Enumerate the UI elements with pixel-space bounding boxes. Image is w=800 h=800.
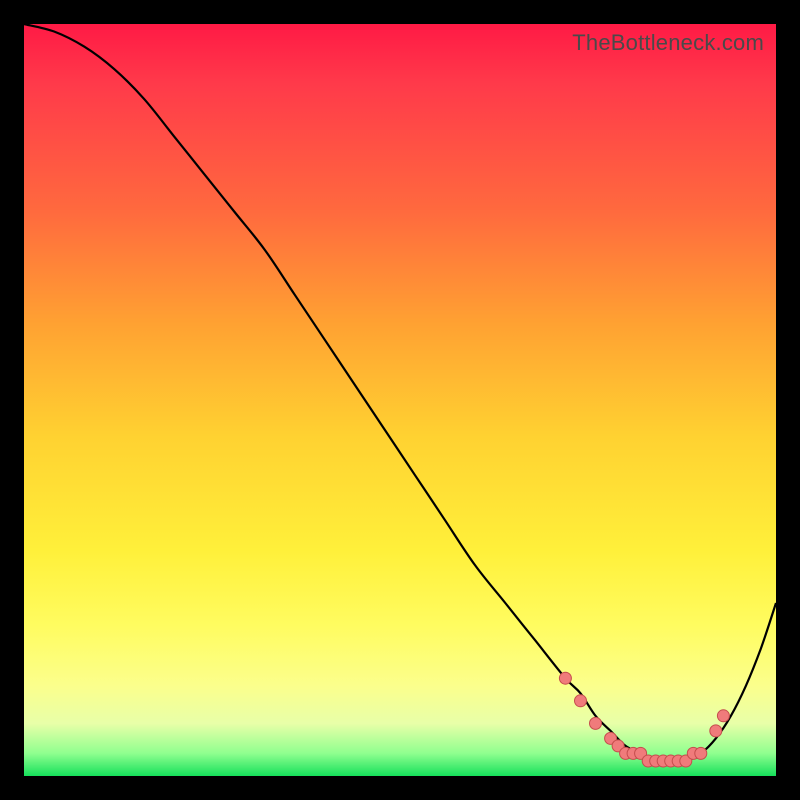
marker-dot	[717, 710, 729, 722]
chart-stage: TheBottleneck.com	[0, 0, 800, 800]
marker-dot	[590, 717, 602, 729]
marker-dots	[559, 672, 729, 767]
marker-dot	[710, 725, 722, 737]
marker-dot	[559, 672, 571, 684]
curve-path	[24, 24, 776, 762]
marker-dot	[575, 695, 587, 707]
curve-svg	[24, 24, 776, 776]
plot-area: TheBottleneck.com	[24, 24, 776, 776]
marker-dot	[695, 747, 707, 759]
